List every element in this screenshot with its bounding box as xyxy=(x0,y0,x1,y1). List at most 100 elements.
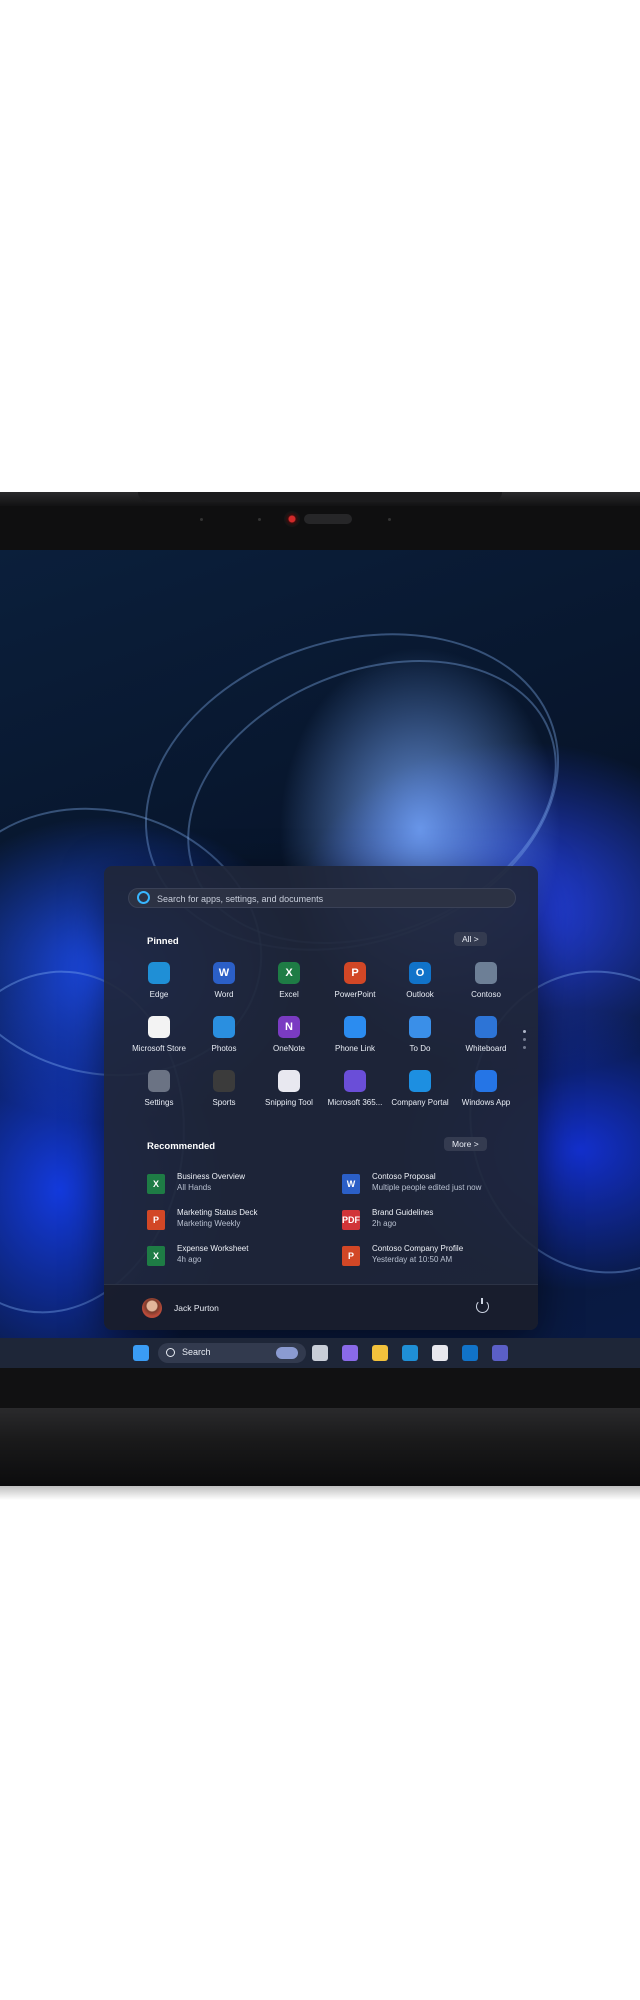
recommended-item-name: Marketing Status Deck xyxy=(177,1208,258,1217)
ir-sensor xyxy=(304,514,352,524)
edge-icon xyxy=(148,962,170,984)
recommended-item[interactable]: P Marketing Status Deck Marketing Weekly xyxy=(147,1208,337,1238)
avatar[interactable] xyxy=(142,1298,162,1318)
pinned-app[interactable]: P PowerPoint xyxy=(322,962,388,1010)
pinned-app[interactable]: N OneNote xyxy=(256,1016,322,1064)
word-file-icon: W xyxy=(342,1174,360,1194)
windows-start-icon[interactable] xyxy=(133,1345,149,1361)
pinned-app[interactable]: Phone Link xyxy=(322,1016,388,1064)
snipping-tool-icon xyxy=(278,1070,300,1092)
pinned-app[interactable]: W Word xyxy=(191,962,257,1010)
m365-icon xyxy=(344,1070,366,1092)
onenote-icon: N xyxy=(278,1016,300,1038)
pinned-app-label: Sports xyxy=(212,1098,236,1107)
store-icon[interactable] xyxy=(432,1345,448,1361)
taskbar: Search xyxy=(0,1338,640,1368)
teams-icon[interactable] xyxy=(492,1345,508,1361)
whiteboard-icon xyxy=(475,1016,497,1038)
powerpoint-icon: P xyxy=(344,962,366,984)
sensor-dot xyxy=(258,518,261,521)
pinned-app-label: Photos xyxy=(211,1044,237,1053)
recommended-item-detail: 2h ago xyxy=(372,1219,397,1228)
pinned-title: Pinned xyxy=(147,936,179,947)
page-dot[interactable] xyxy=(523,1038,526,1041)
pinned-app-label: Whiteboard xyxy=(465,1044,507,1053)
recommended-title: Recommended xyxy=(147,1141,216,1152)
photos-icon xyxy=(213,1016,235,1038)
pinned-app-label: Phone Link xyxy=(334,1044,376,1053)
excel-file-icon: X xyxy=(147,1246,165,1266)
pinned-app-label: Microsoft Store xyxy=(132,1044,186,1053)
pinned-app[interactable]: X Excel xyxy=(256,962,322,1010)
pinned-app[interactable]: Company Portal xyxy=(387,1070,453,1118)
pinned-app[interactable]: Microsoft 365... xyxy=(322,1070,388,1118)
recommended-item-name: Business Overview xyxy=(177,1172,246,1181)
pinned-app-label: Word xyxy=(214,990,234,999)
outlook-icon[interactable] xyxy=(462,1345,478,1361)
recommended-item[interactable]: W Contoso Proposal Multiple people edited … xyxy=(342,1172,532,1202)
pinned-app[interactable]: Whiteboard xyxy=(453,1016,519,1064)
todo-icon xyxy=(409,1016,431,1038)
pinned-app-label: PowerPoint xyxy=(334,990,376,999)
pinned-app[interactable]: O Outlook xyxy=(387,962,453,1010)
pinned-app[interactable]: Edge xyxy=(126,962,192,1010)
recommended-item-detail: All Hands xyxy=(177,1183,212,1192)
powerpoint-file-icon: P xyxy=(147,1210,165,1230)
pinned-app-label: Outlook xyxy=(406,990,434,999)
search-icon xyxy=(166,1348,175,1357)
power-icon[interactable] xyxy=(476,1298,489,1313)
start-search-box[interactable] xyxy=(128,888,516,909)
more-button[interactable]: More > xyxy=(444,1137,487,1151)
pinned-app-label: Snipping Tool xyxy=(265,1098,313,1107)
pdf-file-icon: PDF xyxy=(342,1210,360,1230)
start-search-input[interactable] xyxy=(155,889,509,909)
page-dot[interactable] xyxy=(523,1046,526,1049)
recommended-item[interactable]: PDF Brand Guidelines 2h ago xyxy=(342,1208,532,1238)
page-dot-active[interactable] xyxy=(523,1030,526,1033)
windows-app-icon xyxy=(475,1070,497,1092)
pinned-app[interactable]: Settings xyxy=(126,1070,192,1118)
webcam-icon xyxy=(284,511,300,527)
excel-file-icon: X xyxy=(147,1174,165,1194)
copilot-icon[interactable] xyxy=(342,1345,358,1361)
pinned-app[interactable]: Microsoft Store xyxy=(126,1016,192,1064)
pinned-app[interactable]: Contoso xyxy=(453,962,519,1010)
pinned-app[interactable]: Snipping Tool xyxy=(256,1070,322,1118)
pinned-app-label: Excel xyxy=(279,990,299,999)
user-name[interactable]: Jack Purton xyxy=(174,1303,219,1313)
taskbar-search[interactable]: Search xyxy=(158,1343,306,1363)
recommended-item-detail: 4h ago xyxy=(177,1255,202,1264)
recommended-item[interactable]: P Contoso Company Profile Yesterday at 10:… xyxy=(342,1244,532,1274)
recommended-item-detail: Multiple people edited just now xyxy=(372,1183,482,1192)
store-icon xyxy=(148,1016,170,1038)
taskbar-search-label: Search xyxy=(182,1347,211,1357)
recommended-item[interactable]: X Business Overview All Hands xyxy=(147,1172,337,1202)
recommended-item-name: Brand Guidelines xyxy=(372,1208,434,1217)
recommended-item[interactable]: X Expense Worksheet 4h ago xyxy=(147,1244,337,1274)
laptop-shadow xyxy=(0,1486,640,1500)
search-highlight-icon xyxy=(276,1347,298,1359)
file-explorer-icon[interactable] xyxy=(372,1345,388,1361)
powerpoint-file-icon: P xyxy=(342,1246,360,1266)
recommended-item-name: Contoso Company Profile xyxy=(372,1244,464,1253)
recommended-item-name: Contoso Proposal xyxy=(372,1172,436,1181)
pinned-app-label: Microsoft 365... xyxy=(327,1098,383,1107)
pinned-app-label: Company Portal xyxy=(391,1098,449,1107)
task-view-icon[interactable] xyxy=(312,1345,328,1361)
sports-icon xyxy=(213,1070,235,1092)
outlook-icon: O xyxy=(409,962,431,984)
sensor-dot xyxy=(388,518,391,521)
edge-icon[interactable] xyxy=(402,1345,418,1361)
pinned-app[interactable]: Windows App xyxy=(453,1070,519,1118)
word-icon: W xyxy=(213,962,235,984)
pinned-app[interactable]: Sports xyxy=(191,1070,257,1118)
excel-icon: X xyxy=(278,962,300,984)
camera-notch xyxy=(138,492,502,502)
pinned-app-label: Windows App xyxy=(461,1098,511,1107)
contoso-icon xyxy=(475,962,497,984)
pinned-app[interactable]: To Do xyxy=(387,1016,453,1064)
recommended-item-name: Expense Worksheet xyxy=(177,1244,249,1253)
pinned-app[interactable]: Photos xyxy=(191,1016,257,1064)
all-apps-button[interactable]: All > xyxy=(454,932,487,946)
settings-icon xyxy=(148,1070,170,1092)
